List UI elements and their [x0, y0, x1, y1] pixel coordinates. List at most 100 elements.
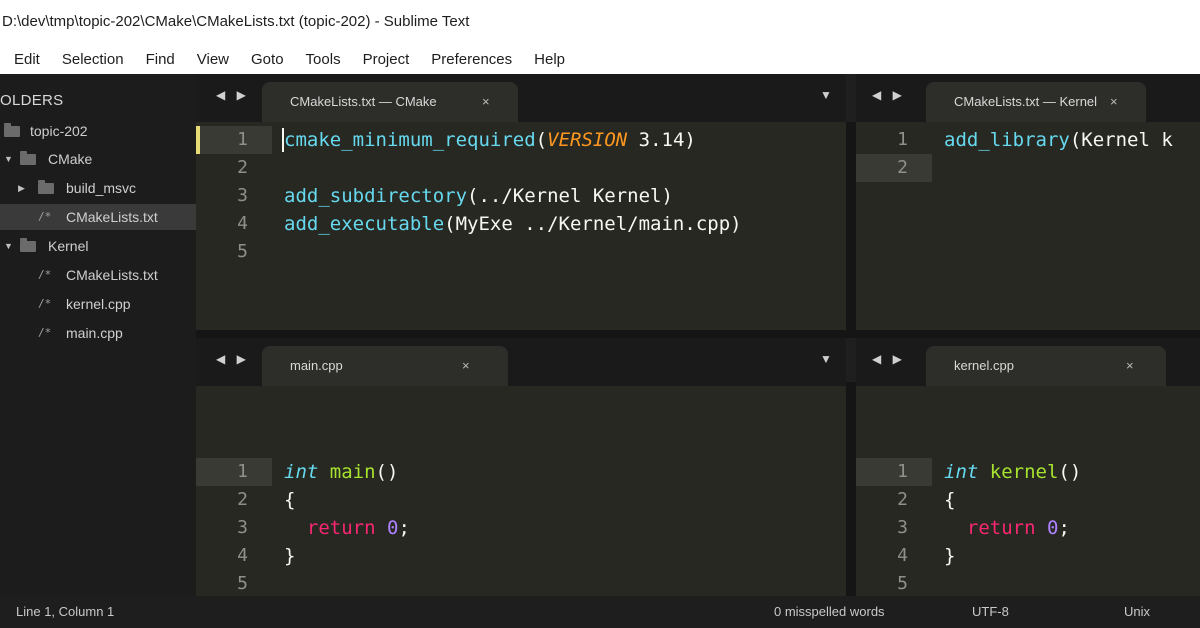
code-line[interactable]: 1 int main(): [196, 458, 846, 486]
code-line[interactable]: 2{: [196, 486, 846, 514]
code-token: (../Kernel Kernel): [467, 185, 673, 207]
code-token: 3.14): [627, 129, 696, 151]
sidebar-item-kernel[interactable]: ▼ Kernel: [0, 233, 196, 259]
pane-splitter-lower[interactable]: [846, 382, 856, 596]
file-icon: /*: [38, 210, 52, 223]
status-bar: Line 1, Column 1 0 misspelled words UTF-…: [0, 596, 1200, 628]
sidebar-item-kernel-cpp[interactable]: /* kernel.cpp: [0, 291, 196, 317]
folder-icon: [20, 151, 36, 165]
sidebar-item-cmakelists-txt[interactable]: /* CMakeLists.txt: [0, 262, 196, 288]
line-number: 5: [897, 573, 908, 594]
code-token: add_executable: [284, 213, 445, 235]
code-line[interactable]: 5: [196, 570, 846, 596]
modified-line-marker: [196, 126, 200, 154]
sidebar: OLDERS topic-202 ▼ CMake ▶ build_msvc /* CMake…: [0, 74, 196, 596]
tab-file[interactable]: CMakeLists.txt — Kernel ×: [926, 82, 1146, 122]
sidebar-item-build-msvc[interactable]: ▶ build_msvc: [0, 175, 196, 201]
menu-help[interactable]: Help: [534, 51, 565, 68]
close-icon[interactable]: ×: [482, 82, 490, 122]
code-line[interactable]: 1 add_library(Kernel k: [856, 126, 1200, 154]
menu-tools[interactable]: Tools: [306, 51, 341, 68]
pane-splitter-horizontal[interactable]: [196, 330, 1200, 338]
close-icon[interactable]: ×: [1126, 346, 1134, 386]
code-token: kernel: [989, 461, 1059, 483]
pane-splitter[interactable]: [846, 122, 856, 330]
sidebar-item-cmake[interactable]: ▼ CMake: [0, 146, 196, 172]
code-line[interactable]: 2: [196, 154, 846, 182]
tab-nav-arrows-icon[interactable]: ◀ ▶: [872, 88, 906, 102]
code-line[interactable]: 5: [196, 238, 846, 266]
code-line[interactable]: 3 return 0;: [196, 514, 846, 542]
menu-preferences[interactable]: Preferences: [431, 51, 512, 68]
menu-selection[interactable]: Selection: [62, 51, 124, 68]
tab-file[interactable]: main.cpp ×: [262, 346, 508, 386]
code-token: return: [306, 517, 376, 539]
code-line[interactable]: 3 add_subdirectory(../Kernel Kernel): [196, 182, 846, 210]
editor-pane-kernel-cmake: ◀ ▶ CMakeLists.txt — Kernel × 1 add_library(…: [856, 74, 1200, 330]
line-number: 1: [196, 126, 272, 154]
file-icon: /*: [38, 297, 52, 310]
close-icon[interactable]: ×: [1110, 82, 1118, 122]
line-endings-status[interactable]: Unix: [1124, 596, 1150, 628]
sidebar-item-cmakelists-txt[interactable]: /* CMakeLists.txt: [0, 204, 196, 230]
sidebar-item-label: build_msvc: [66, 180, 137, 196]
editor-pane-cmake: ◀ ▶ CMakeLists.txt — CMake × ▼ 1 cmake_minimu…: [196, 74, 846, 330]
disclosure-closed-icon[interactable]: ▶: [18, 175, 25, 201]
sidebar-item-label: CMakeLists.txt: [66, 209, 158, 225]
code-line[interactable]: 4 add_executable(MyExe ../Kernel/main.cpp…: [196, 210, 846, 238]
line-number: 1: [856, 458, 932, 486]
menu-view[interactable]: View: [197, 51, 229, 68]
sidebar-item-label: CMake: [48, 151, 93, 167]
line-number: 2: [856, 154, 932, 182]
menu-find[interactable]: Find: [146, 51, 175, 68]
code-line[interactable]: 4}: [196, 542, 846, 570]
sidebar-item-topic-202[interactable]: topic-202: [0, 118, 196, 144]
menu-edit[interactable]: Edit: [14, 51, 40, 68]
window-title: D:\dev\tmp\topic-202\CMake\CMakeLists.tx…: [0, 0, 1200, 44]
close-icon[interactable]: ×: [462, 346, 470, 386]
tab-bar: ◀ ▶ kernel.cpp ×: [856, 338, 1200, 386]
tab-file[interactable]: kernel.cpp ×: [926, 346, 1166, 386]
code-line[interactable]: 1 int kernel(): [856, 458, 1200, 486]
chevron-down-icon[interactable]: ▼: [820, 88, 832, 102]
code-line[interactable]: 2{: [856, 486, 1200, 514]
code-token: }: [284, 545, 296, 567]
disclosure-open-icon[interactable]: ▼: [4, 146, 13, 172]
code-token: }: [944, 545, 956, 567]
code-token: (Kernel k: [1069, 129, 1173, 151]
cursor-position[interactable]: Line 1, Column 1: [16, 596, 114, 628]
sidebar-item-main-cpp[interactable]: /* main.cpp: [0, 320, 196, 346]
tab-nav-arrows-icon[interactable]: ◀ ▶: [872, 352, 906, 366]
code-token: int: [284, 461, 319, 483]
tab-label: main.cpp: [290, 358, 343, 373]
code-token: ;: [1058, 517, 1070, 539]
code-line[interactable]: 1 cmake_minimum_required(VERSION 3.14): [196, 126, 846, 154]
tab-file[interactable]: CMakeLists.txt — CMake ×: [262, 82, 518, 122]
code-token: VERSION: [547, 129, 628, 151]
encoding-status[interactable]: UTF-8: [972, 596, 1009, 628]
code-token: (): [1058, 461, 1082, 483]
disclosure-open-icon[interactable]: ▼: [4, 233, 13, 259]
folder-icon: [38, 180, 54, 194]
code-line[interactable]: 5: [856, 570, 1200, 596]
menu-goto[interactable]: Goto: [251, 51, 284, 68]
line-number: 3: [237, 185, 248, 206]
line-number: 5: [237, 573, 248, 594]
sidebar-item-label: topic-202: [30, 123, 88, 139]
menu-project[interactable]: Project: [363, 51, 410, 68]
chevron-down-icon[interactable]: ▼: [820, 352, 832, 366]
tab-nav-arrows-icon[interactable]: ◀ ▶: [216, 88, 250, 102]
line-number: 2: [897, 489, 908, 510]
code-text: int main(): [284, 458, 398, 486]
code-line[interactable]: 4}: [856, 542, 1200, 570]
tab-nav-arrows-icon[interactable]: ◀ ▶: [216, 352, 250, 366]
editor-window: OLDERS topic-202 ▼ CMake ▶ build_msvc /* CMake…: [0, 74, 1200, 596]
code-token: {: [284, 489, 296, 511]
spelling-status[interactable]: 0 misspelled words: [774, 596, 885, 628]
code-line[interactable]: 3 return 0;: [856, 514, 1200, 542]
code-token: cmake_minimum_required: [284, 129, 536, 151]
code-line[interactable]: 2: [856, 154, 1200, 182]
line-number: 5: [237, 241, 248, 262]
